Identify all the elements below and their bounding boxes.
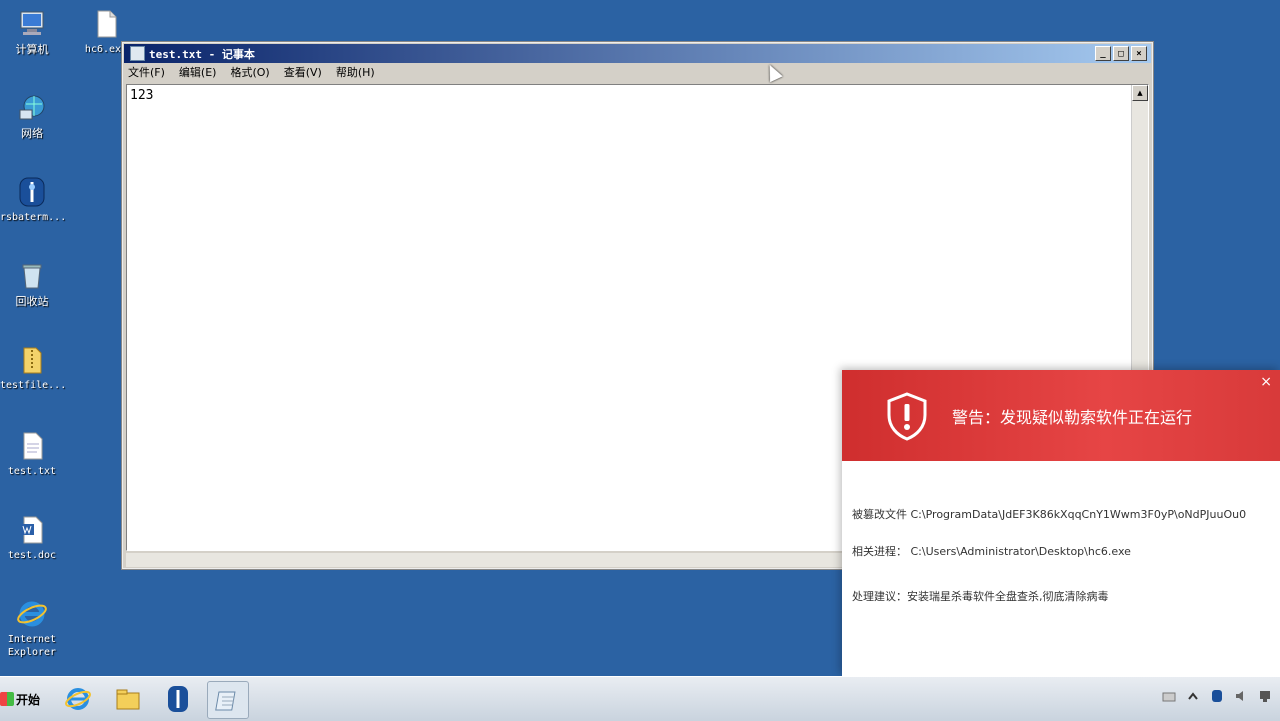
network-icon	[16, 92, 48, 124]
desktop-icon-label: testfile...	[0, 380, 67, 391]
desktop-icon-test-txt[interactable]: test.txt	[0, 430, 64, 478]
desktop-icon-label: 回收站	[15, 295, 49, 308]
notepad-icon	[130, 46, 145, 61]
advice-label: 处理建议：	[852, 590, 907, 603]
modified-file-label: 被篡改文件	[852, 508, 907, 521]
speaker-icon[interactable]	[1234, 689, 1248, 703]
recycle-bin-icon	[16, 260, 48, 292]
desktop-icon-recycle-bin[interactable]: 回收站	[0, 260, 64, 308]
desktop-icon-label: Internet Explorer	[7, 634, 57, 658]
notepad-icon	[215, 691, 236, 711]
file-icon	[90, 8, 122, 40]
word-document-icon	[16, 514, 48, 546]
desktop-icon-network[interactable]: 网络	[0, 92, 64, 140]
ransomware-warning-popup: 警告：发现疑似勒索软件正在运行 × 被篡改文件 C:\ProgramData\J…	[842, 370, 1280, 676]
desktop-icon-label: rsbaterm...	[0, 212, 67, 223]
close-button[interactable]: ×	[1131, 46, 1147, 61]
computer-icon	[16, 8, 48, 40]
menu-format[interactable]: 格式(O)	[230, 64, 269, 80]
taskbar-notepad[interactable]	[207, 681, 249, 719]
maximize-button[interactable]: □	[1113, 46, 1129, 61]
popup-close-icon[interactable]: ×	[1260, 374, 1272, 390]
network-tray-icon[interactable]	[1258, 689, 1272, 703]
taskbar-internet-explorer[interactable]	[58, 681, 98, 717]
desktop-icon-computer[interactable]: 计算机	[0, 8, 64, 56]
internet-explorer-icon	[16, 598, 48, 630]
internet-explorer-icon	[65, 688, 91, 710]
chevron-up-icon[interactable]	[1186, 689, 1200, 703]
menu-bar: 文件(F) 编辑(E) 格式(O) 查看(V) 帮助(H)	[122, 63, 1153, 81]
menu-view[interactable]: 查看(V)	[284, 64, 322, 80]
title-bar[interactable]: test.txt - 记事本 _ □ ×	[124, 44, 1151, 63]
scroll-up-icon[interactable]: ▲	[1132, 85, 1148, 101]
keyboard-icon[interactable]	[1162, 689, 1176, 703]
desktop-icon-label: test.doc	[7, 550, 57, 561]
menu-edit[interactable]: 编辑(E)	[179, 64, 217, 80]
start-label: 开始	[16, 692, 41, 707]
window-title: test.txt - 记事本	[149, 47, 255, 61]
modified-file-row: 被篡改文件 C:\ProgramData\JdEF3K86kXqqCnY1Wwm…	[852, 506, 1246, 522]
zip-folder-icon	[16, 344, 48, 376]
modified-file-value: C:\ProgramData\JdEF3K86kXqqCnY1Wwm3F0yP\…	[910, 508, 1247, 521]
antivirus-tray-icon[interactable]	[1210, 689, 1224, 703]
editor-content: 123	[130, 88, 154, 103]
desktop-icon-test-doc[interactable]: test.doc	[0, 514, 64, 562]
system-tray	[1162, 689, 1272, 703]
desktop-icon-label: test.txt	[7, 466, 57, 477]
process-label: 相关进程：	[852, 545, 907, 558]
popup-title: 警告：发现疑似勒索软件正在运行	[952, 407, 1193, 427]
shield-warning-icon	[887, 391, 927, 441]
windows-logo-icon	[0, 692, 14, 706]
folder-icon	[116, 689, 140, 710]
popup-header: 警告：发现疑似勒索软件正在运行 ×	[842, 370, 1280, 461]
process-value: C:\Users\Administrator\Desktop\hc6.exe	[910, 545, 1131, 558]
taskbar-rsbaterm[interactable]	[158, 681, 198, 717]
advice-row: 处理建议：安装瑞星杀毒软件全盘查杀,彻底清除病毒	[852, 588, 1109, 604]
app-icon	[168, 686, 188, 712]
process-row: 相关进程： C:\Users\Administrator\Desktop\hc6…	[852, 543, 1131, 559]
desktop-icon-testfile[interactable]: testfile...	[0, 344, 67, 392]
start-button[interactable]: 开始	[0, 685, 40, 713]
desktop-icon-rsbaterm[interactable]: rsbaterm...	[0, 176, 67, 224]
app-icon	[16, 176, 48, 208]
desktop-icon-label: 计算机	[15, 43, 49, 56]
minimize-button[interactable]: _	[1095, 46, 1111, 61]
desktop-icon-internet-explorer[interactable]: Internet Explorer	[0, 598, 64, 659]
advice-value: 安装瑞星杀毒软件全盘查杀,彻底清除病毒	[907, 590, 1109, 603]
taskbar-explorer[interactable]	[108, 681, 148, 717]
menu-file[interactable]: 文件(F)	[128, 64, 165, 80]
text-file-icon	[16, 430, 48, 462]
desktop-icon-label: 网络	[21, 127, 43, 140]
taskbar: 开始	[0, 676, 1280, 721]
menu-help[interactable]: 帮助(H)	[336, 64, 375, 80]
